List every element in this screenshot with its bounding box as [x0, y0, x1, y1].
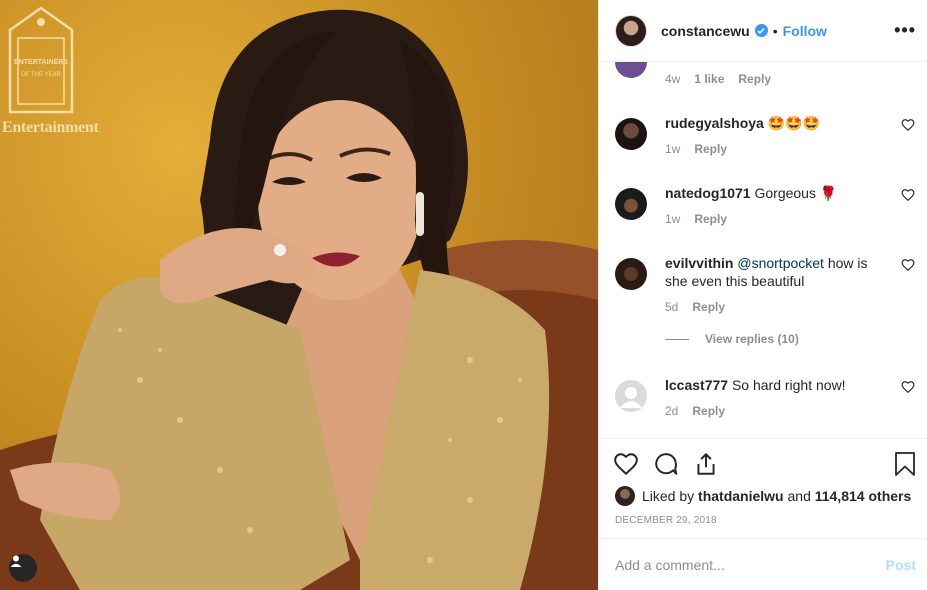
separator-dot: •: [772, 22, 778, 39]
heart-icon[interactable]: [901, 380, 915, 394]
avatar[interactable]: [615, 486, 635, 506]
comment-meta: 1w Reply: [665, 142, 727, 156]
comment-username[interactable]: rudegyalshoya: [665, 115, 764, 131]
entertainment-logo: Entertainment: [2, 119, 99, 136]
post-actions: Liked by thatdanielwu and 114,814 others…: [599, 438, 927, 538]
comment-meta: 1w Reply: [665, 212, 727, 226]
verified-badge-icon: [754, 24, 768, 37]
user-tag-button[interactable]: [9, 554, 37, 582]
view-replies-button[interactable]: View replies (10): [665, 332, 799, 346]
comment-input[interactable]: [615, 556, 886, 573]
action-icons: [613, 451, 915, 477]
comment-meta: 4w 1 like Reply: [665, 72, 865, 86]
comment-username[interactable]: evilvvithin: [665, 255, 733, 271]
comment-text: evilvvithin @snortpocket how is she even…: [665, 254, 885, 290]
add-comment-bar: Post: [599, 538, 927, 590]
comment-likes[interactable]: 1 like: [694, 72, 724, 86]
comment-time: 1w: [665, 142, 681, 156]
comment-message: 🤩🤩🤩: [767, 115, 821, 131]
liked-by-middle: and: [787, 488, 811, 504]
reply-button[interactable]: Reply: [694, 142, 727, 156]
post-side-panel: constancewu • Follow ••• 4w 1 like Reply…: [598, 0, 927, 590]
comment-text: natedog1071 Gorgeous 🌹: [665, 184, 885, 202]
more-options-icon[interactable]: •••: [894, 20, 916, 41]
liked-by-prefix: Liked by: [642, 488, 695, 504]
comment-icon[interactable]: [653, 451, 679, 477]
heart-icon[interactable]: [613, 451, 639, 477]
likes-count[interactable]: 114,814 others: [815, 488, 912, 504]
comment-username[interactable]: natedog1071: [665, 185, 751, 201]
comment-time: 4w: [665, 72, 681, 86]
heart-icon[interactable]: [901, 258, 915, 272]
post-date[interactable]: DECEMBER 29, 2018: [615, 515, 717, 526]
view-replies-label: View replies (10): [705, 332, 799, 346]
reply-button[interactable]: Reply: [694, 212, 727, 226]
avatar[interactable]: [615, 62, 647, 78]
ring: [274, 244, 286, 256]
post-photo[interactable]: ENTERTAINERS OF THE YEAR Entertainment: [0, 0, 598, 590]
heart-icon[interactable]: [901, 188, 915, 202]
divider: [665, 338, 689, 340]
earring: [416, 192, 424, 236]
post-button[interactable]: Post: [886, 557, 916, 573]
comment-time: 2d: [665, 404, 679, 418]
comment-meta: 2d Reply: [665, 404, 725, 418]
comment-time: 5d: [665, 300, 679, 314]
comment-text: lccast777 So hard right now!: [665, 376, 885, 394]
share-icon[interactable]: [693, 451, 719, 477]
default-avatar-icon: [620, 387, 642, 408]
svg-text:ENTERTAINERS: ENTERTAINERS: [14, 59, 68, 66]
liked-by-user[interactable]: thatdanielwu: [698, 488, 784, 504]
photo-illustration: [0, 9, 598, 590]
avatar[interactable]: [615, 188, 647, 220]
user-tag-icon: [10, 555, 22, 567]
comment-message: Gorgeous 🌹: [754, 185, 838, 201]
avatar[interactable]: [615, 380, 647, 412]
post-header: constancewu • Follow •••: [599, 0, 927, 62]
avatar[interactable]: [615, 14, 647, 47]
comments-list[interactable]: 4w 1 like Reply rudegyalshoya 🤩🤩🤩 1w Rep…: [599, 62, 927, 438]
avatar[interactable]: [615, 118, 647, 150]
comment-meta: 5d Reply: [665, 300, 725, 314]
liked-by: Liked by thatdanielwu and 114,814 others: [615, 486, 911, 506]
list-item: 4w 1 like Reply: [615, 62, 771, 86]
reply-button[interactable]: Reply: [738, 72, 771, 86]
reply-button[interactable]: Reply: [692, 300, 725, 314]
bookmark-icon[interactable]: [893, 451, 917, 477]
svg-text:OF THE YEAR: OF THE YEAR: [21, 72, 61, 78]
comment-message: So hard right now!: [731, 377, 846, 393]
comment-text: rudegyalshoya 🤩🤩🤩: [665, 114, 885, 132]
reply-button[interactable]: Reply: [692, 404, 725, 418]
comment-mention[interactable]: @snortpocket: [737, 255, 824, 271]
avatar[interactable]: [615, 258, 647, 290]
header-username[interactable]: constancewu: [661, 23, 750, 39]
comment-username[interactable]: lccast777: [665, 377, 728, 393]
comment-time: 1w: [665, 212, 681, 226]
heart-icon[interactable]: [901, 118, 915, 132]
follow-button[interactable]: Follow: [783, 23, 827, 39]
